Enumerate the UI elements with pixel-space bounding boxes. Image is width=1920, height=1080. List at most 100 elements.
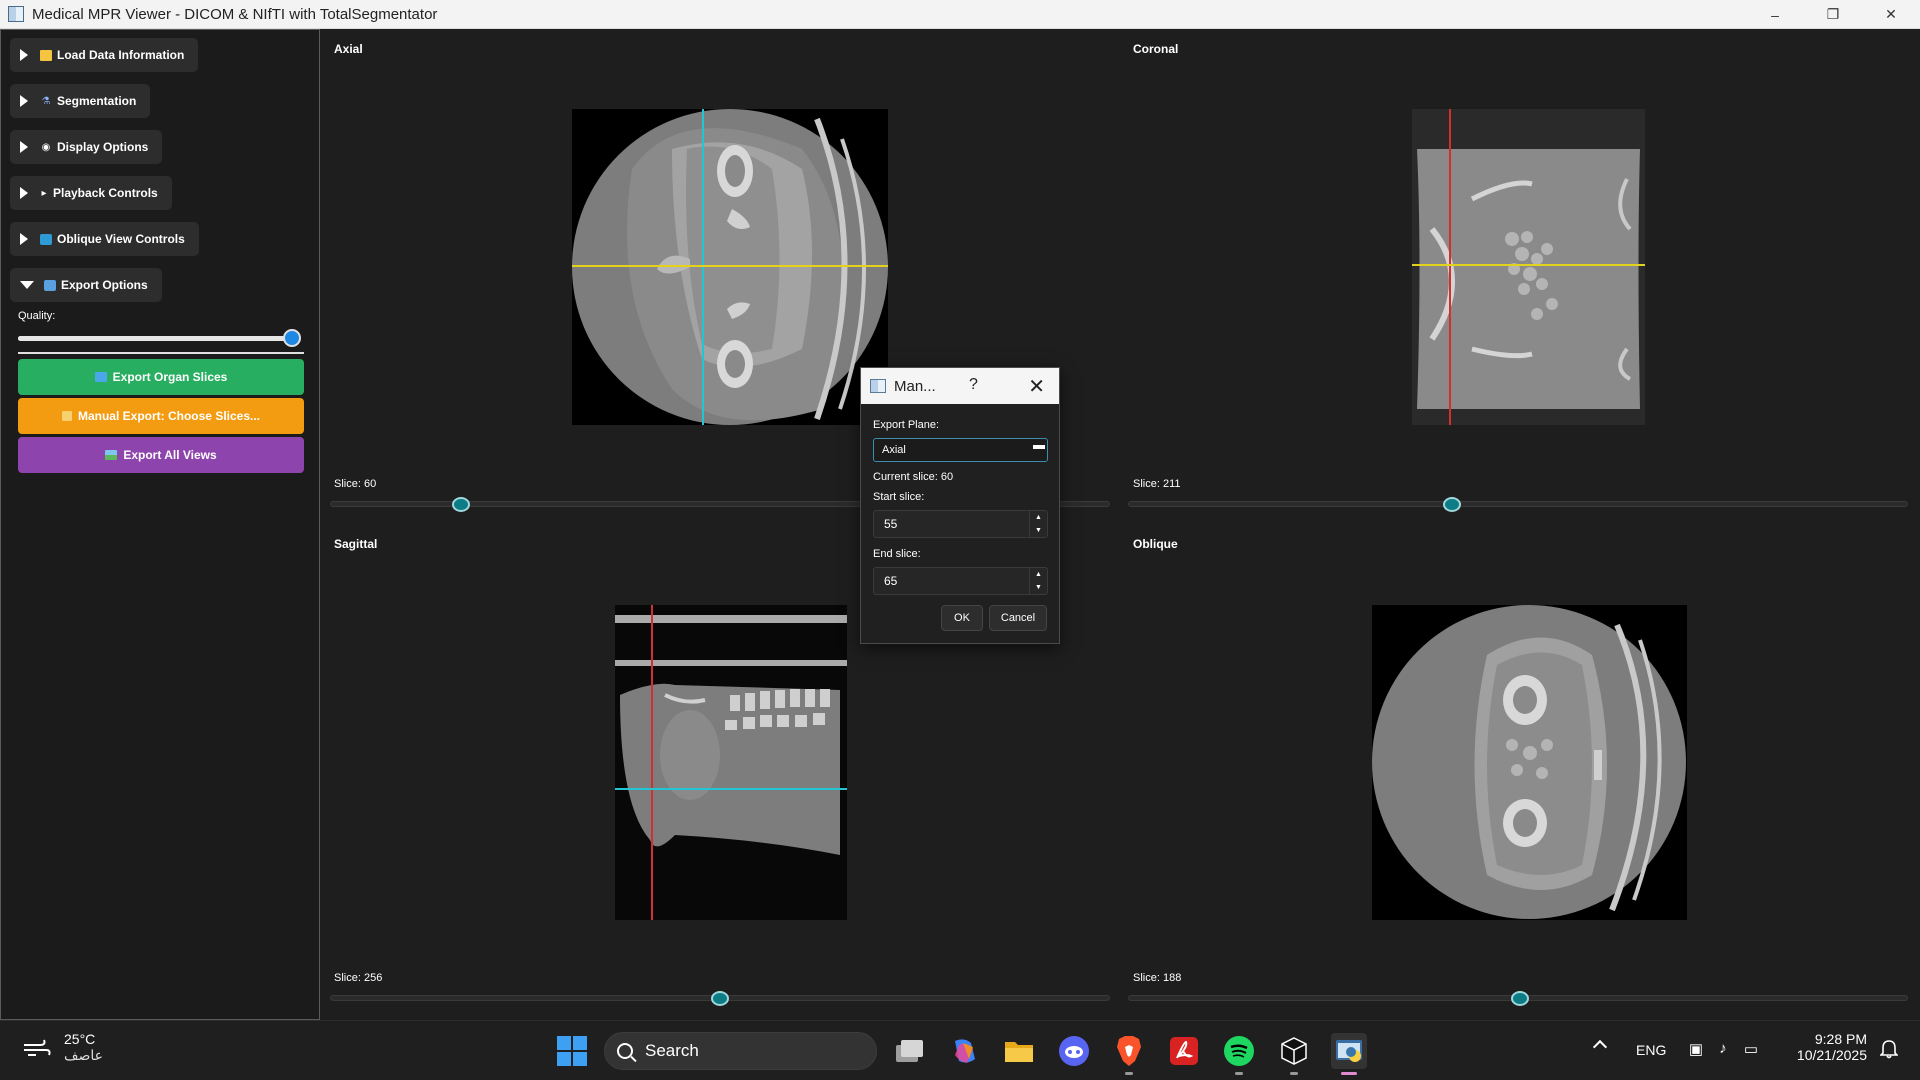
clock[interactable]: 9:28 PM 10/21/2025	[1775, 1031, 1867, 1063]
dialog-close-button[interactable]: ✕	[1028, 374, 1045, 399]
clock-date: 10/21/2025	[1796, 1047, 1867, 1063]
spotify-icon[interactable]	[1221, 1033, 1257, 1075]
close-button[interactable]: ✕	[1862, 0, 1920, 29]
wind-icon	[24, 1039, 51, 1056]
start-slice-value: 55	[884, 517, 898, 531]
app-window: Medical MPR Viewer - DICOM & NIfTI with …	[0, 0, 1920, 1080]
divider	[18, 352, 304, 354]
image-icon	[105, 450, 118, 460]
ok-button[interactable]: OK	[941, 605, 983, 631]
chevron-right-icon	[20, 187, 28, 199]
section-display-options[interactable]: ◉ Display Options	[10, 130, 163, 164]
export-plane-value: Axial	[882, 444, 906, 456]
brave-browser-icon[interactable]	[1111, 1033, 1147, 1075]
section-label: Load Data Information	[57, 48, 185, 62]
minimize-button[interactable]: –	[1746, 0, 1804, 29]
section-label: Export Options	[61, 278, 148, 292]
spin-down-icon[interactable]: ▼	[1030, 581, 1047, 594]
network-icon[interactable]: ▣	[1685, 1040, 1707, 1058]
hand-icon	[61, 411, 72, 421]
axial-slider-thumb[interactable]	[452, 497, 470, 512]
dropdown-icon	[1033, 445, 1045, 449]
rotate-icon	[40, 233, 52, 245]
export-plane-label: Export Plane:	[873, 419, 940, 431]
chevron-right-icon	[20, 95, 28, 107]
play-icon: ▸	[41, 187, 47, 199]
weather-widget[interactable]: 25°C عاصف	[22, 1031, 103, 1064]
volume-icon[interactable]: ♪	[1712, 1040, 1734, 1058]
running-indicator	[1235, 1072, 1243, 1075]
sagittal-slice-label: Slice: 256	[334, 972, 383, 984]
coronal-slice-slider[interactable]	[1128, 501, 1908, 507]
acrobat-icon[interactable]	[1166, 1033, 1202, 1069]
dialog-title-bar: Man... ? ✕	[861, 368, 1059, 404]
file-explorer-icon[interactable]	[1001, 1033, 1037, 1069]
restore-button[interactable]: ❐	[1804, 0, 1862, 29]
language-indicator[interactable]: ENG	[1636, 1042, 1666, 1058]
copilot-icon[interactable]	[946, 1033, 982, 1069]
sidebar: Load Data Information ⚗ Segmentation ◉ D…	[0, 29, 320, 1020]
axial-title: Axial	[334, 42, 363, 56]
section-label: Oblique View Controls	[57, 232, 185, 246]
spin-buttons: ▲ ▼	[1029, 568, 1047, 594]
sagittal-image[interactable]	[615, 605, 847, 920]
oblique-image[interactable]	[1372, 605, 1687, 920]
section-oblique-view-controls[interactable]: Oblique View Controls	[10, 222, 199, 256]
start-button[interactable]	[557, 1036, 587, 1066]
weather-description: عاصف	[64, 1047, 103, 1063]
manual-export-button[interactable]: Manual Export: Choose Slices...	[18, 398, 304, 434]
oblique-title: Oblique	[1133, 537, 1178, 551]
help-button[interactable]: ?	[969, 376, 978, 394]
start-slice-spinbox[interactable]: 55 ▲ ▼	[873, 510, 1048, 538]
chevron-right-icon	[20, 141, 28, 153]
quality-slider-thumb[interactable]	[283, 329, 301, 347]
oblique-slider-thumb[interactable]	[1511, 991, 1529, 1006]
export-plane-select[interactable]: Axial	[873, 438, 1048, 462]
section-playback-controls[interactable]: ▸ Playback Controls	[10, 176, 172, 210]
window-title: Medical MPR Viewer - DICOM & NIfTI with …	[32, 5, 438, 23]
notification-bell-icon[interactable]	[1880, 1039, 1898, 1059]
end-slice-value: 65	[884, 574, 898, 588]
chevron-right-icon	[20, 49, 28, 61]
spin-buttons: ▲ ▼	[1029, 511, 1047, 537]
cancel-button[interactable]: Cancel	[989, 605, 1047, 631]
search-label: Search	[645, 1041, 699, 1060]
quality-label: Quality:	[18, 310, 56, 322]
window-controls: – ❐ ✕	[1746, 0, 1920, 29]
manual-export-dialog: Man... ? ✕ Export Plane: Axial Current s…	[860, 367, 1060, 644]
section-label: Playback Controls	[53, 186, 158, 200]
coronal-slider-thumb[interactable]	[1443, 497, 1461, 512]
export-all-views-button[interactable]: Export All Views	[18, 437, 304, 473]
sagittal-slider-thumb[interactable]	[711, 991, 729, 1006]
folder-icon	[40, 49, 52, 61]
coronal-title: Coronal	[1133, 42, 1179, 56]
dialog-title: Man...	[894, 377, 936, 395]
section-label: Segmentation	[57, 94, 137, 108]
task-view-icon[interactable]	[891, 1033, 927, 1069]
section-export-options[interactable]: Export Options	[10, 268, 162, 302]
sagittal-title: Sagittal	[334, 537, 378, 551]
weather-temperature: 25°C	[64, 1031, 96, 1047]
clock-time: 9:28 PM	[1814, 1031, 1867, 1047]
taskbar-search[interactable]: Search	[604, 1032, 877, 1070]
show-hidden-icons[interactable]	[1592, 1039, 1608, 1055]
coronal-image[interactable]	[1412, 109, 1645, 425]
export-organ-slices-button[interactable]: Export Organ Slices	[18, 359, 304, 395]
chevron-down-icon	[20, 281, 34, 289]
end-slice-spinbox[interactable]: 65 ▲ ▼	[873, 567, 1048, 595]
taskbar: 25°C عاصف Search ENG ▣ ♪ ▭ 9:28 PM 10/21…	[0, 1020, 1920, 1080]
section-label: Display Options	[57, 140, 149, 154]
spin-down-icon[interactable]: ▼	[1030, 524, 1047, 537]
axial-image[interactable]	[572, 109, 888, 425]
battery-icon[interactable]: ▭	[1740, 1040, 1762, 1058]
current-slice-label: Current slice: 60	[873, 471, 954, 483]
running-indicator	[1125, 1072, 1133, 1075]
dialog-app-icon	[870, 379, 886, 393]
section-segmentation[interactable]: ⚗ Segmentation	[10, 84, 151, 118]
section-load-data[interactable]: Load Data Information	[10, 38, 199, 72]
cube-app-icon[interactable]	[1276, 1033, 1312, 1075]
title-bar: Medical MPR Viewer - DICOM & NIfTI with …	[0, 0, 1920, 29]
quality-slider-track[interactable]	[18, 336, 293, 341]
discord-icon[interactable]	[1056, 1033, 1092, 1069]
python-app-icon[interactable]	[1331, 1033, 1367, 1075]
